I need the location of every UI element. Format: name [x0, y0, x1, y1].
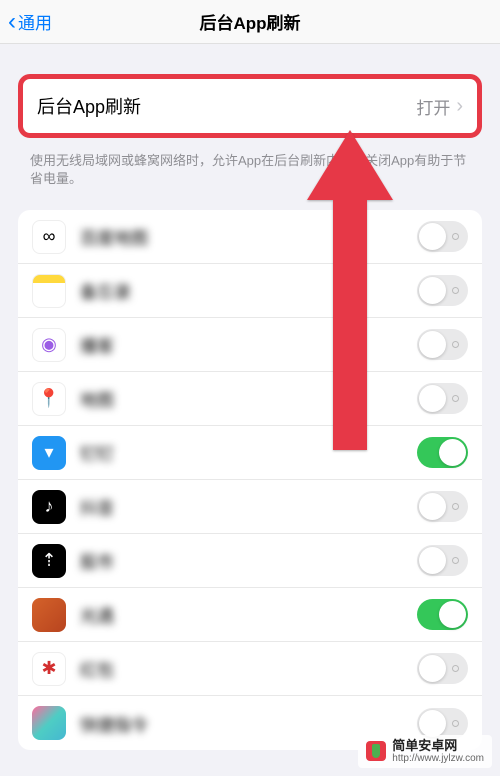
page-title: 后台App刷新 [199, 9, 300, 34]
back-button[interactable]: ‹ 通用 [8, 8, 52, 36]
app-row: 备忘录 [18, 264, 482, 318]
app-icon [32, 706, 66, 740]
app-name-label: 抖音 [80, 494, 417, 519]
app-icon: ♪ [32, 490, 66, 524]
app-row: ♪ 抖音 [18, 480, 482, 534]
toggle-knob [439, 439, 466, 466]
toggle-knob [419, 547, 446, 574]
app-row: ◉ 播客 [18, 318, 482, 372]
app-icon: ◉ [32, 328, 66, 362]
toggle-knob [419, 710, 446, 737]
app-name-label: 快捷指令 [80, 711, 417, 736]
watermark-icon [366, 741, 386, 761]
watermark-title: 简单安卓网 [392, 739, 484, 753]
chevron-right-icon: › [456, 95, 463, 118]
toggle-knob [419, 331, 446, 358]
app-toggle[interactable] [417, 599, 468, 630]
app-row: 光遇 [18, 588, 482, 642]
app-row: 📍 地图 [18, 372, 482, 426]
highlight-annotation: 后台App刷新 打开 › [18, 74, 482, 138]
app-name-label: 百度地图 [80, 224, 417, 249]
setting-label: 后台App刷新 [37, 93, 141, 119]
app-name-label: 股市 [80, 548, 417, 573]
app-toggle[interactable] [417, 221, 468, 252]
chevron-left-icon: ‹ [8, 8, 16, 36]
section-footer: 使用无线局域网或蜂窝网络时，允许App在后台刷新内容。关闭App有助于节省电量。 [0, 146, 500, 200]
app-toggle[interactable] [417, 653, 468, 684]
back-label: 通用 [18, 9, 52, 34]
app-icon [32, 274, 66, 308]
background-refresh-row[interactable]: 后台App刷新 打开 › [23, 79, 477, 133]
watermark-url: http://www.jylzw.com [392, 753, 484, 764]
toggle-knob [419, 277, 446, 304]
app-toggle[interactable] [417, 275, 468, 306]
toggle-knob [419, 223, 446, 250]
toggle-knob [419, 655, 446, 682]
app-list: ∞ 百度地图备忘录 ◉ 播客 📍 地图 ▾ 钉钉 ♪ 抖音 ⇡ 股市光遇 ✱ 红包快捷指令 [18, 210, 482, 750]
app-icon: 📍 [32, 382, 66, 416]
app-toggle[interactable] [417, 383, 468, 414]
app-name-label: 播客 [80, 332, 417, 357]
app-icon: ✱ [32, 652, 66, 686]
app-toggle[interactable] [417, 437, 468, 468]
app-name-label: 地图 [80, 386, 417, 411]
app-toggle[interactable] [417, 491, 468, 522]
app-toggle[interactable] [417, 329, 468, 360]
toggle-knob [419, 385, 446, 412]
app-name-label: 红包 [80, 656, 417, 681]
app-name-label: 钉钉 [80, 440, 417, 465]
watermark: 简单安卓网 http://www.jylzw.com [358, 735, 492, 768]
app-icon [32, 598, 66, 632]
setting-value-text: 打开 [416, 94, 450, 119]
app-toggle[interactable] [417, 545, 468, 576]
setting-value: 打开 › [416, 94, 463, 119]
app-row: ⇡ 股市 [18, 534, 482, 588]
app-icon: ▾ [32, 436, 66, 470]
app-icon: ⇡ [32, 544, 66, 578]
app-icon: ∞ [32, 220, 66, 254]
toggle-knob [419, 493, 446, 520]
app-row: ✱ 红包 [18, 642, 482, 696]
toggle-knob [439, 601, 466, 628]
app-name-label: 备忘录 [80, 278, 417, 303]
nav-bar: ‹ 通用 后台App刷新 [0, 0, 500, 44]
app-name-label: 光遇 [80, 602, 417, 627]
app-row: ∞ 百度地图 [18, 210, 482, 264]
watermark-text: 简单安卓网 http://www.jylzw.com [392, 739, 484, 764]
app-row: ▾ 钉钉 [18, 426, 482, 480]
